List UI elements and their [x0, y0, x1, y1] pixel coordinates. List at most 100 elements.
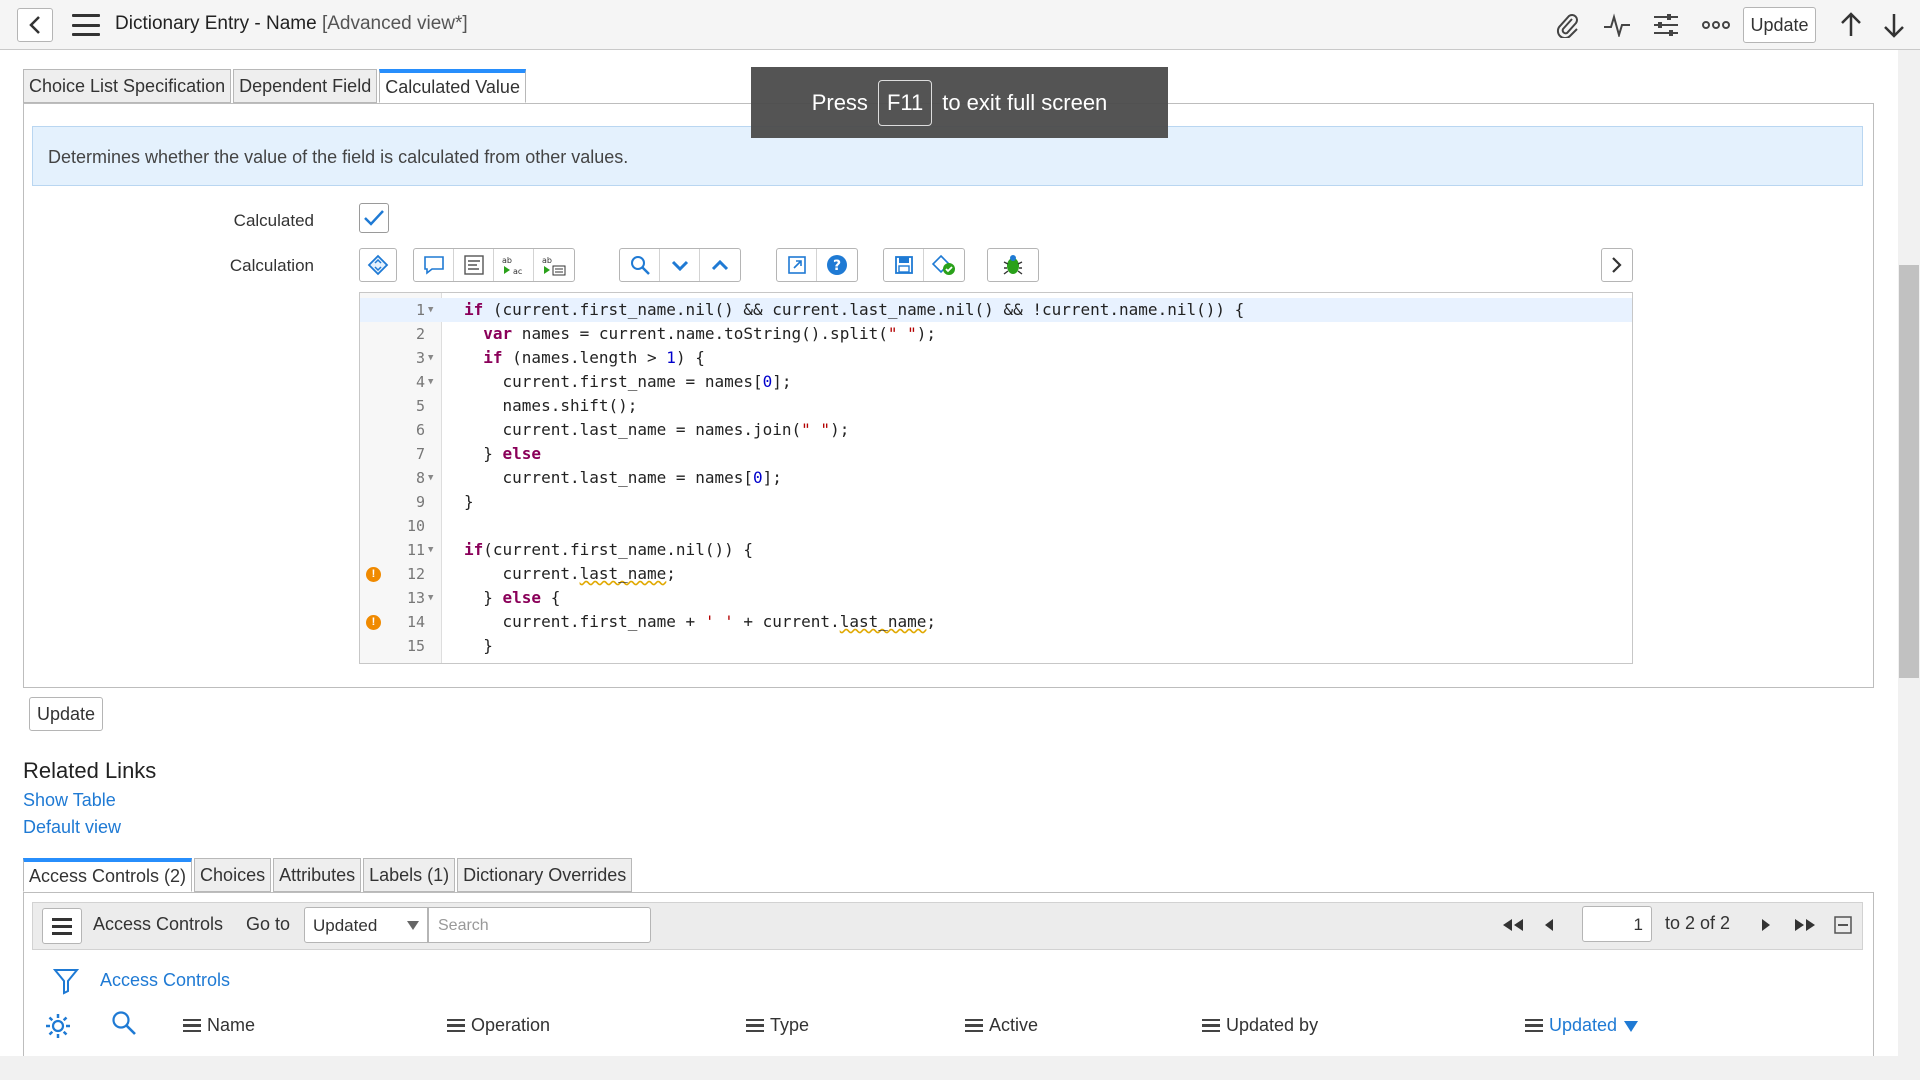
list-title: Access Controls: [93, 914, 224, 934]
comment-button[interactable]: [414, 249, 454, 281]
code-text: if(current.first_name.nil()) {: [464, 540, 753, 559]
tab-access-controls[interactable]: Access Controls (2): [23, 858, 193, 892]
fold-arrow-icon[interactable]: ▼: [428, 538, 433, 562]
editor-help-group: ?: [776, 248, 858, 282]
tab-attributes[interactable]: Attributes: [273, 858, 362, 892]
search-button[interactable]: [620, 249, 660, 281]
update-button[interactable]: Update: [29, 697, 103, 731]
code-line[interactable]: ! 12 current.last_name;: [360, 562, 1632, 586]
tab-labels[interactable]: Labels (1): [363, 858, 456, 892]
expand-panel-button[interactable]: [1601, 248, 1633, 282]
format-code-button[interactable]: [454, 249, 494, 281]
goto-field-select[interactable]: Updated: [304, 907, 428, 943]
toggle-syntax-editor-button[interactable]: [359, 248, 397, 282]
tab-calculated-value[interactable]: Calculated Value: [379, 69, 526, 103]
list-search-input[interactable]: Search: [428, 907, 651, 943]
arrow-up-icon[interactable]: [1837, 12, 1865, 38]
code-text: var names = current.name.toString().spli…: [483, 324, 937, 343]
first-page-icon[interactable]: [1499, 912, 1527, 938]
show-table-link[interactable]: Show Table: [23, 790, 116, 811]
column-header-updated-by[interactable]: Updated by: [1202, 1015, 1318, 1036]
filter-icon[interactable]: [52, 968, 80, 995]
search-columns-icon[interactable]: [110, 1010, 138, 1036]
column-header-operation[interactable]: Operation: [447, 1015, 550, 1036]
settings-sliders-icon[interactable]: [1652, 12, 1680, 38]
line-number: 1: [415, 301, 425, 319]
tab-choice-list-specification[interactable]: Choice List Specification: [23, 69, 232, 103]
code-line[interactable]: 8 ▼ current.last_name = names[0];: [360, 466, 1632, 490]
collapse-list-icon[interactable]: [1829, 912, 1857, 938]
fullscreen-press-text: Press: [811, 89, 868, 115]
chevron-left-icon: [29, 16, 40, 34]
fold-arrow-icon[interactable]: ▼: [428, 466, 433, 490]
gear-icon[interactable]: [44, 1013, 72, 1039]
code-line[interactable]: 11 ▼ if(current.first_name.nil()) {: [360, 538, 1632, 562]
column-header-name[interactable]: Name: [183, 1015, 255, 1036]
column-menu-icon[interactable]: [1525, 1018, 1543, 1033]
default-view-link[interactable]: Default view: [23, 817, 121, 838]
vertical-scrollbar-thumb[interactable]: [1899, 265, 1919, 678]
code-line[interactable]: 7 } else: [360, 442, 1632, 466]
header-update-button[interactable]: Update: [1743, 7, 1816, 43]
column-menu-icon[interactable]: [746, 1018, 764, 1033]
tab-dependent-field[interactable]: Dependent Field: [233, 69, 378, 103]
code-line[interactable]: 3 ▼ if (names.length > 1) {: [360, 346, 1632, 370]
fold-arrow-icon[interactable]: ▼: [428, 346, 433, 370]
more-options-icon[interactable]: [1702, 12, 1730, 38]
tab-dictionary-overrides[interactable]: Dictionary Overrides: [457, 858, 633, 892]
code-text: names.shift();: [464, 396, 638, 415]
column-header-active[interactable]: Active: [965, 1015, 1038, 1036]
column-label: Updated by: [1226, 1015, 1319, 1035]
help-button[interactable]: ?: [817, 249, 857, 281]
calculated-checkbox[interactable]: [359, 203, 389, 233]
last-page-icon[interactable]: [1791, 912, 1819, 938]
script-editor[interactable]: 1 ▼ if (current.first_name.nil() && curren…: [359, 292, 1633, 664]
code-line[interactable]: 15 }: [360, 634, 1632, 658]
find-previous-button[interactable]: [700, 249, 740, 281]
code-text: current.first_name = names[0];: [464, 372, 792, 391]
format-icon: [463, 255, 484, 275]
column-header-type[interactable]: Type: [746, 1015, 809, 1036]
code-line[interactable]: 10: [360, 514, 1632, 538]
code-line[interactable]: 1 ▼ if (current.first_name.nil() && curren…: [360, 298, 1632, 322]
debug-button[interactable]: [987, 248, 1039, 282]
check-syntax-button[interactable]: [924, 249, 964, 281]
svg-text:?: ?: [833, 258, 841, 274]
list-context-menu-button[interactable]: [42, 908, 82, 944]
column-menu-icon[interactable]: [447, 1018, 465, 1033]
code-line[interactable]: 2 var names = current.name.toString().sp…: [360, 322, 1632, 346]
fold-arrow-icon[interactable]: ▼: [428, 586, 433, 610]
find-next-button[interactable]: [660, 249, 700, 281]
replace-all-button[interactable]: ab: [534, 249, 574, 281]
previous-page-icon[interactable]: [1535, 912, 1563, 938]
horizontal-scrollbar[interactable]: [0, 1056, 1920, 1080]
code-line[interactable]: 13 ▼ } else {: [360, 586, 1632, 610]
column-menu-icon[interactable]: [1202, 1018, 1220, 1033]
line-number: 7: [415, 445, 425, 463]
column-menu-icon[interactable]: [183, 1018, 201, 1033]
code-line[interactable]: 6 current.last_name = names.join(" ");: [360, 418, 1632, 442]
save-button[interactable]: [884, 249, 924, 281]
column-menu-icon[interactable]: [965, 1018, 983, 1033]
column-header-updated[interactable]: Updated: [1525, 1015, 1639, 1036]
column-label: Type: [770, 1015, 810, 1035]
hamburger-menu-icon[interactable]: [72, 14, 100, 36]
paperclip-icon[interactable]: [1553, 12, 1581, 38]
tab-choices[interactable]: Choices: [194, 858, 272, 892]
code-line[interactable]: 9}: [360, 490, 1632, 514]
page-number-input[interactable]: 1: [1582, 906, 1652, 942]
arrow-down-icon[interactable]: [1880, 12, 1908, 38]
code-line[interactable]: ! 14 current.first_name + ' ' + current.l…: [360, 610, 1632, 634]
fold-arrow-icon[interactable]: ▼: [428, 298, 433, 322]
fullscreen-editor-button[interactable]: [777, 249, 817, 281]
title-text: Dictionary Entry - Name: [115, 13, 317, 34]
next-page-icon[interactable]: [1752, 912, 1780, 938]
fold-arrow-icon[interactable]: ▼: [428, 370, 433, 394]
filter-breadcrumb-link[interactable]: Access Controls: [100, 970, 230, 991]
activity-pulse-icon[interactable]: [1603, 12, 1631, 38]
line-number: 14: [406, 613, 425, 631]
replace-button[interactable]: ab ac: [494, 249, 534, 281]
code-line[interactable]: 5 names.shift();: [360, 394, 1632, 418]
code-line[interactable]: 4 ▼ current.first_name = names[0];: [360, 370, 1632, 394]
back-button[interactable]: [17, 8, 53, 42]
